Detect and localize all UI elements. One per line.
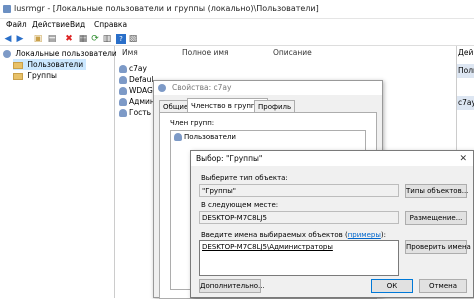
list-row[interactable]: Гость [119,107,151,118]
user-icon [119,76,127,84]
list-row[interactable]: Defaul [119,74,153,85]
menu-bar: Файл Действие Вид Справка [0,19,474,32]
actions-section-user[interactable]: c7ay [457,96,474,110]
object-type-label: Выберите тип объекта: [201,174,288,182]
properties-title-icon [158,84,166,92]
list-row[interactable]: WDAG [119,85,153,96]
window-title: lusrmgr - [Локальные пользователи и груп… [14,4,319,13]
mmc-icon[interactable]: ▧ [128,34,138,44]
user-icon [119,98,127,106]
tree-item-label: Пользователи [27,60,84,69]
list-row-name: Defaul [129,75,154,84]
properties-title: Свойства: c7ay [154,81,382,95]
examples-link[interactable]: примеры [348,231,381,239]
column-header-fullname[interactable]: Полное имя [182,46,229,59]
tree-item-label: Группы [27,71,57,80]
location-button[interactable]: Размещение... [405,211,467,225]
tree-item-groups[interactable]: Группы [13,70,57,81]
select-dialog-title-text: Выбор: "Группы" [196,154,263,163]
close-icon[interactable]: ✕ [459,152,467,167]
list-item[interactable]: Пользователи [174,133,236,141]
menu-action[interactable]: Действие [32,20,70,29]
advanced-button[interactable]: Дополнительно... [199,279,265,293]
actions-section-users[interactable]: Поль [457,64,474,78]
window-title-bar: lusrmgr - [Локальные пользователи и груп… [0,0,474,19]
list-row[interactable]: Админ [119,96,155,107]
folder-icon [13,72,23,80]
properties-title-text: Свойства: c7ay [172,83,232,92]
user-icon [119,87,127,95]
group-name: Пользователи [184,133,236,141]
tree-item-users[interactable]: Пользователи [13,59,87,70]
actions-header: Дей [457,46,474,60]
folder-icon [13,61,23,69]
forward-icon[interactable]: ▶ [15,34,25,44]
ok-button[interactable]: ОК [371,279,413,293]
help-icon[interactable]: ? [116,34,126,44]
menu-file[interactable]: Файл [6,20,27,29]
names-label-prefix: Введите имена выбираемых объектов ( [201,231,348,239]
list-row-name: Админ [129,97,155,106]
menu-view[interactable]: Вид [70,20,85,29]
names-label: Введите имена выбираемых объектов (приме… [201,231,386,239]
back-icon[interactable]: ◀ [3,34,13,44]
member-of-label: Член групп: [170,119,215,127]
check-names-button[interactable]: Проверить имена [405,240,471,254]
names-label-suffix: ): [380,231,386,239]
column-header-description[interactable]: Описание [273,46,312,59]
list-row-name: Гость [129,108,152,117]
cancel-button[interactable]: Отмена [419,279,467,293]
list-row-name: c7ay [129,64,147,73]
show-tree-icon[interactable]: ▤ [47,34,57,44]
select-groups-dialog: Выбор: "Группы" ✕ Выберите тип объекта: … [190,150,474,298]
object-type-field: "Группы" [199,184,399,197]
location-label: В следующем месте: [201,201,279,209]
up-folder-icon[interactable]: ▣ [33,34,43,44]
list-row[interactable]: c7ay [119,63,147,74]
properties-icon[interactable]: ▦ [78,34,88,44]
toolbar: ◀ ▶ ▣ ▤ ✖ ▦ ⟳ ▥ ? ▧ [0,32,474,46]
user-icon [119,65,127,73]
app-icon [3,5,11,13]
menu-help[interactable]: Справка [94,20,127,29]
users-groups-icon [3,50,11,58]
export-icon[interactable]: ▥ [102,34,112,44]
list-row-name: WDAG [129,86,153,95]
tree-pane: Локальные пользователи и гр Пользователи… [0,46,135,298]
object-types-button[interactable]: Типы объектов... [405,184,468,198]
location-field: DESKTOP-M7C8LJ5 [199,211,399,224]
user-icon [119,109,127,117]
delete-icon[interactable]: ✖ [64,34,74,44]
group-icon [174,133,182,141]
column-header-name[interactable]: Имя [122,46,138,59]
object-names-input[interactable]: DESKTOP-M7C8LJ5\Администраторы [199,240,399,276]
select-dialog-title: Выбор: "Группы" ✕ [191,151,473,166]
refresh-icon[interactable]: ⟳ [90,34,100,44]
object-names-value: DESKTOP-M7C8LJ5\Администраторы [202,243,333,251]
